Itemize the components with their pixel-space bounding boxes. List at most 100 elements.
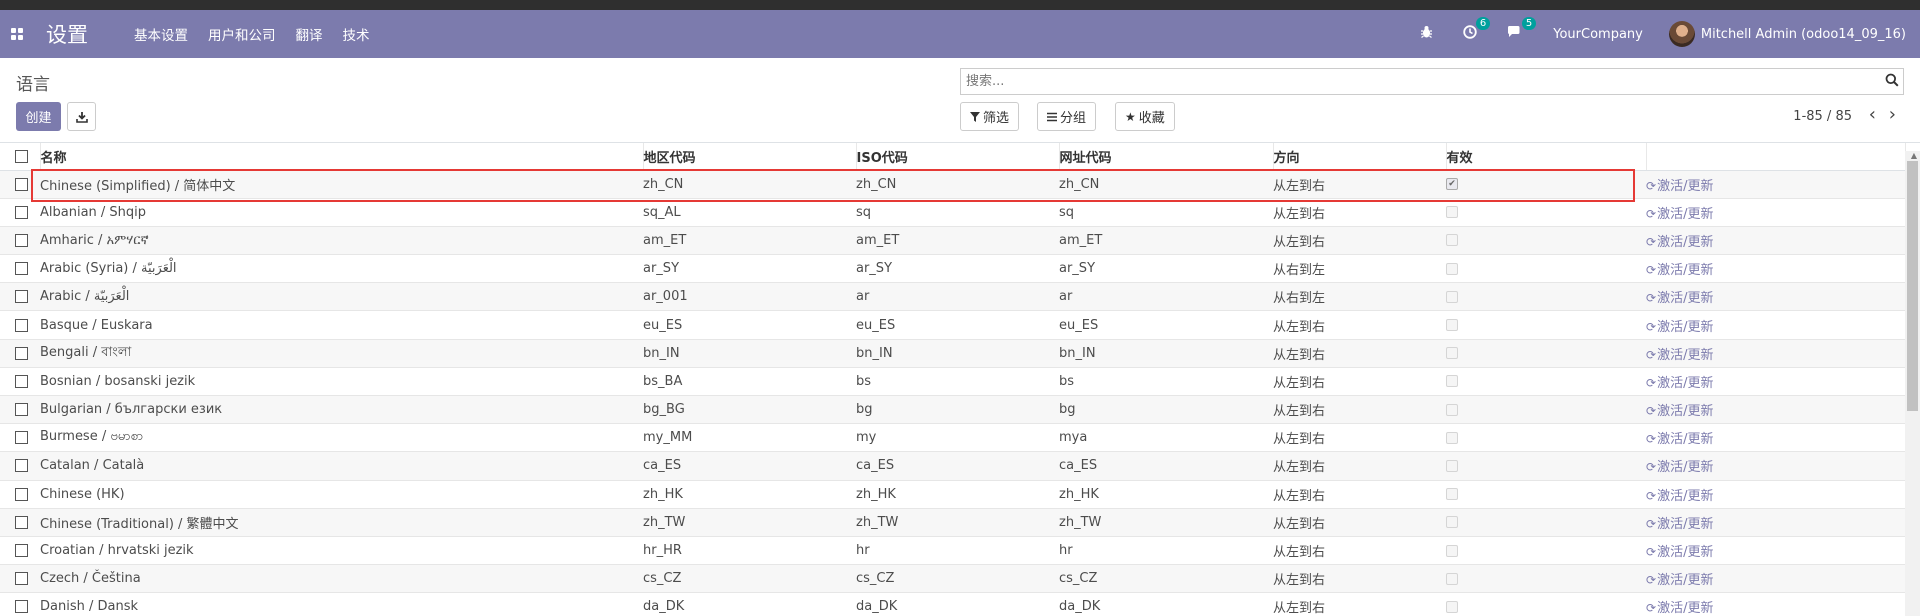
row-checkbox[interactable] — [15, 205, 28, 219]
cell-iso-code: zh_CN — [856, 170, 1059, 199]
row-checkbox[interactable] — [15, 487, 28, 501]
column-iso-code[interactable]: ISO代码 — [856, 143, 1060, 171]
activate-update-button[interactable]: ⟳激活/更新 — [1646, 263, 1713, 278]
column-name[interactable]: 名称 — [40, 143, 644, 171]
activate-update-button[interactable]: ⟳激活/更新 — [1646, 601, 1713, 616]
refresh-icon: ⟳ — [1646, 234, 1657, 249]
filters-button[interactable]: 筛选 — [960, 102, 1020, 131]
table-row[interactable]: Bosnian / bosanski jezik bs_BA bs bs 从左到右 ⟳激活… — [0, 367, 1905, 397]
activate-update-button[interactable]: ⟳激活/更新 — [1646, 376, 1713, 391]
create-button[interactable]: 创建 — [16, 102, 61, 131]
row-checkbox[interactable] — [15, 544, 28, 558]
cell-url-code: ar — [1059, 282, 1273, 312]
cell-iso-code: bg — [856, 395, 1059, 425]
cell-url-code: am_ET — [1059, 226, 1273, 256]
table-row[interactable]: Danish / Dansk da_DK da_DK da_DK 从左到右 ⟳激活/更新 — [0, 592, 1905, 616]
column-active[interactable]: 有效 — [1446, 143, 1647, 171]
table-row[interactable]: Bulgarian / български език bg_BG bg bg 从左到右 ⟳… — [0, 395, 1905, 425]
cell-locale-code: ar_SY — [643, 254, 856, 284]
select-all-checkbox[interactable] — [15, 149, 28, 163]
activate-update-button[interactable]: ⟳激活/更新 — [1646, 573, 1713, 588]
activate-update-button[interactable]: ⟳激活/更新 — [1646, 207, 1713, 222]
messages-chat-icon[interactable]: 5 — [1507, 17, 1537, 43]
table-row[interactable]: Arabic (Syria) / الْعَرَبيّة ar_SY ar_SY ar… — [0, 254, 1905, 284]
favorites-button[interactable]: ★ 收藏 — [1115, 102, 1175, 131]
row-checkbox[interactable] — [15, 262, 28, 276]
cell-active — [1446, 170, 1646, 199]
row-checkbox[interactable] — [15, 515, 28, 529]
active-checkbox — [1446, 488, 1458, 501]
activity-clock-icon[interactable]: 6 — [1463, 17, 1491, 43]
user-menu[interactable]: Mitchell Admin (odoo14_09_16) — [1668, 21, 1906, 47]
star-icon: ★ — [1125, 109, 1136, 124]
cell-active — [1446, 423, 1646, 453]
cell-iso-code: ca_ES — [856, 451, 1059, 481]
active-checkbox — [1446, 516, 1458, 529]
activate-update-button[interactable]: ⟳激活/更新 — [1646, 291, 1713, 306]
activate-update-label: 激活/更新 — [1657, 234, 1714, 250]
table-row[interactable]: Burmese / ဗမာစာ my_MM my mya 从左到右 ⟳激活/更新 — [0, 423, 1905, 453]
row-checkbox[interactable] — [15, 572, 28, 586]
activate-update-button[interactable]: ⟳激活/更新 — [1646, 460, 1713, 475]
cell-direction: 从左到右 — [1273, 310, 1446, 340]
pager-previous-icon[interactable]: ‹ — [1869, 106, 1876, 124]
activate-update-button[interactable]: ⟳激活/更新 — [1646, 517, 1713, 532]
activate-update-button[interactable]: ⟳激活/更新 — [1646, 404, 1713, 419]
table-row[interactable]: Croatian / hrvatski jezik hr_HR hr hr 从左到右 ⟳激… — [0, 536, 1905, 566]
table-row[interactable]: Chinese (Simplified) / 简体中文 zh_CN zh_CN zh_… — [0, 170, 1905, 199]
menu-translations[interactable]: 翻译 — [296, 24, 323, 44]
activate-update-button[interactable]: ⟳激活/更新 — [1646, 489, 1713, 504]
activate-update-button[interactable]: ⟳激活/更新 — [1646, 432, 1713, 447]
cell-action: ⟳激活/更新 — [1646, 170, 1905, 199]
company-switcher[interactable]: YourCompany — [1553, 27, 1643, 42]
table-row[interactable]: Chinese (HK) zh_HK zh_HK zh_HK 从左到右 ⟳激活/更新 — [0, 480, 1905, 509]
row-checkbox[interactable] — [15, 600, 28, 614]
row-checkbox[interactable] — [15, 177, 28, 191]
active-checkbox — [1446, 459, 1458, 472]
activate-update-button[interactable]: ⟳激活/更新 — [1646, 179, 1713, 194]
row-checkbox[interactable] — [15, 290, 28, 304]
apps-menu-icon[interactable] — [0, 10, 34, 58]
row-checkbox[interactable] — [15, 431, 28, 445]
table-row[interactable]: Albanian / Shqip sq_AL sq sq 从左到右 ⟳激活/更新 — [0, 198, 1905, 227]
scrollbar-thumb[interactable] — [1907, 161, 1918, 411]
row-checkbox[interactable] — [15, 233, 28, 247]
table-row[interactable]: Czech / Čeština cs_CZ cs_CZ cs_CZ 从左到右 ⟳激活/更新 — [0, 564, 1905, 594]
scroll-up-icon[interactable]: ▲ — [1911, 151, 1917, 160]
table-row[interactable]: Arabic / الْعَرَبيّة ar_001 ar ar 从右到左 ⟳激活/更新 — [0, 282, 1905, 312]
row-checkbox[interactable] — [15, 374, 28, 388]
menu-general-settings[interactable]: 基本设置 — [134, 24, 188, 44]
debug-bug-icon[interactable] — [1420, 25, 1433, 43]
menu-users-companies[interactable]: 用户和公司 — [208, 24, 276, 44]
cell-name: Bosnian / bosanski jezik — [40, 367, 643, 397]
cell-direction: 从左到右 — [1273, 536, 1446, 566]
activate-update-button[interactable]: ⟳激活/更新 — [1646, 320, 1713, 335]
activate-update-label: 激活/更新 — [1657, 573, 1714, 589]
cell-iso-code: eu_ES — [856, 310, 1059, 340]
row-checkbox[interactable] — [15, 459, 28, 473]
column-url-code[interactable]: 网址代码 — [1059, 143, 1274, 171]
table-row[interactable]: Catalan / Català ca_ES ca_ES ca_ES 从左到右 ⟳激活/更… — [0, 451, 1905, 481]
table-row[interactable]: Chinese (Traditional) / 繁體中文 zh_TW zh_TW zh… — [0, 508, 1905, 537]
pager-next-icon[interactable]: › — [1889, 106, 1896, 124]
table-row[interactable]: Basque / Euskara eu_ES eu_ES eu_ES 从左到右 ⟳激活/更… — [0, 310, 1905, 340]
column-direction[interactable]: 方向 — [1273, 143, 1447, 171]
activate-update-button[interactable]: ⟳激活/更新 — [1646, 235, 1713, 250]
row-checkbox[interactable] — [15, 346, 28, 360]
refresh-icon: ⟳ — [1646, 573, 1657, 588]
download-button[interactable] — [67, 102, 96, 131]
scrollbar[interactable]: ▲ — [1905, 151, 1920, 616]
table-row[interactable]: Amharic / አምሃርኛ am_ET am_ET am_ET 从左到右 ⟳激活/更新 — [0, 226, 1905, 256]
activate-update-button[interactable]: ⟳激活/更新 — [1646, 545, 1713, 560]
column-locale-code[interactable]: 地区代码 — [643, 143, 857, 171]
app-title[interactable]: 设置 — [46, 19, 88, 49]
pager-value[interactable]: 1-85 / 85 — [1793, 109, 1852, 124]
group-by-button[interactable]: 分组 — [1037, 102, 1097, 131]
row-checkbox[interactable] — [15, 403, 28, 417]
row-checkbox[interactable] — [15, 318, 28, 332]
search-icon[interactable] — [1885, 73, 1899, 91]
table-row[interactable]: Bengali / বাংলা bn_IN bn_IN bn_IN 从左到右 ⟳激活/更新 — [0, 339, 1905, 368]
menu-technical[interactable]: 技术 — [343, 24, 370, 44]
search-input[interactable] — [961, 69, 1861, 94]
activate-update-button[interactable]: ⟳激活/更新 — [1646, 348, 1713, 363]
